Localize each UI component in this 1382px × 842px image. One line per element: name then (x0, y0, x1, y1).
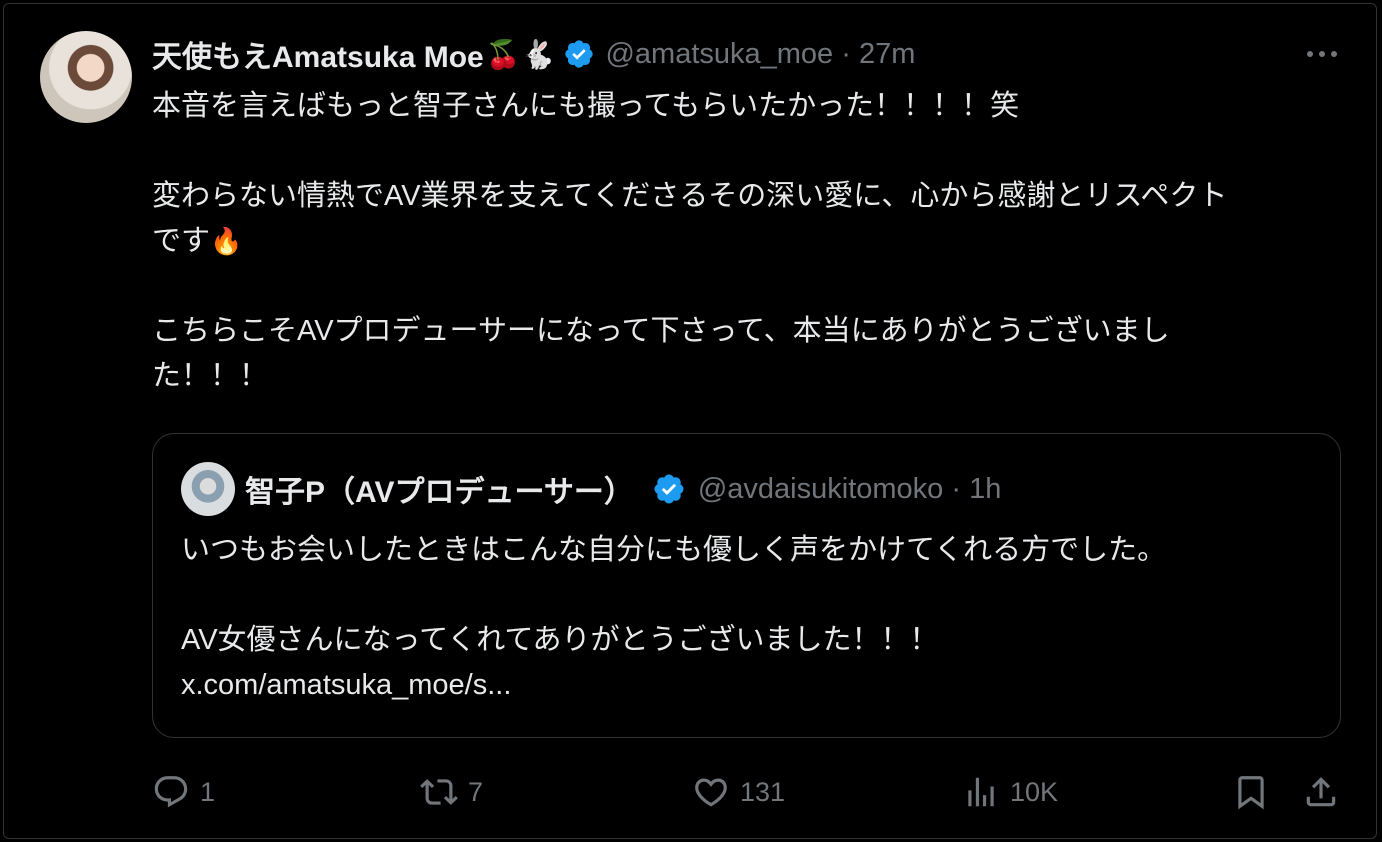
like-button[interactable]: 131 (692, 770, 785, 814)
action-bar: 1 7 131 10K (0, 762, 1382, 822)
reply-count: 1 (200, 776, 216, 807)
bookmark-icon (1238, 776, 1264, 810)
author-handle-time[interactable]: @amatsuka_moe · 27m (605, 38, 915, 71)
author-display-name[interactable]: 天使もえAmatsuka Moe (152, 32, 484, 76)
fire-emoji: 🔥 (210, 226, 243, 256)
quoted-author-display-name[interactable]: 智子P（AVプロデューサー） (245, 467, 634, 511)
tweet-line: です🔥 (152, 219, 1352, 264)
quoted-author-handle-time[interactable]: @avdaisukitomoko · 1h (698, 473, 1001, 506)
name-emojis: 🍒🐇 (485, 38, 556, 70)
repost-icon (420, 779, 458, 805)
verified-badge-icon[interactable] (652, 472, 686, 506)
views-icon (968, 777, 994, 807)
tweet-line: こちらこそAVプロデューサーになって下さって、本当にありがとうございまし (152, 315, 1170, 347)
quoted-tweet[interactable]: 智子P（AVプロデューサー） @avdaisukitomoko · 1h いつも… (152, 433, 1341, 738)
tweet-line: 変わらない情熱でAV業界を支えてくださるその深い愛に、心から感謝とリスペクト (152, 180, 1228, 212)
repost-count: 7 (468, 776, 484, 807)
share-button[interactable] (1302, 770, 1340, 814)
quoted-line: いつもお会いしたときはこんな自分にも優しく声をかけてくれる方でした。 (181, 534, 1167, 566)
quoted-tweet-body: いつもお会いしたときはこんな自分にも優しく声をかけてくれる方でした。 AV女優さ… (181, 528, 1321, 708)
quoted-tweet-header: 智子P（AVプロデューサー） @avdaisukitomoko · 1h (245, 464, 1001, 514)
share-icon (1306, 777, 1336, 807)
quoted-link[interactable]: x.com/amatsuka_moe/s... (181, 663, 1321, 708)
tweet-header: 天使もえAmatsuka Moe 🍒🐇 @amatsuka_moe · 27m (152, 30, 915, 78)
quoted-line: AV女優さんになってくれてありがとうございました！！！ (181, 624, 939, 656)
reply-button[interactable]: 1 (152, 770, 215, 814)
reply-icon (154, 776, 188, 808)
tweet-line: た！！！ (152, 360, 269, 392)
views-button[interactable]: 10K (962, 770, 1058, 814)
quoted-author-avatar[interactable] (181, 462, 235, 516)
author-avatar[interactable] (40, 31, 132, 123)
repost-button[interactable]: 7 (420, 770, 483, 814)
like-icon (695, 778, 727, 807)
more-icon[interactable] (1302, 36, 1342, 72)
verified-badge-icon[interactable] (563, 38, 595, 70)
tweet-body: 本音を言えばもっと智子さんにも撮ってもらいたかった！！！！笑 変わらない情熱でA… (152, 84, 1352, 399)
like-count: 131 (740, 776, 786, 807)
bookmark-button[interactable] (1232, 770, 1270, 814)
views-count: 10K (1010, 776, 1059, 807)
tweet-line-text: です (152, 225, 211, 257)
tweet-line: 本音を言えばもっと智子さんにも撮ってもらいたかった！！！！笑 (152, 90, 1020, 122)
